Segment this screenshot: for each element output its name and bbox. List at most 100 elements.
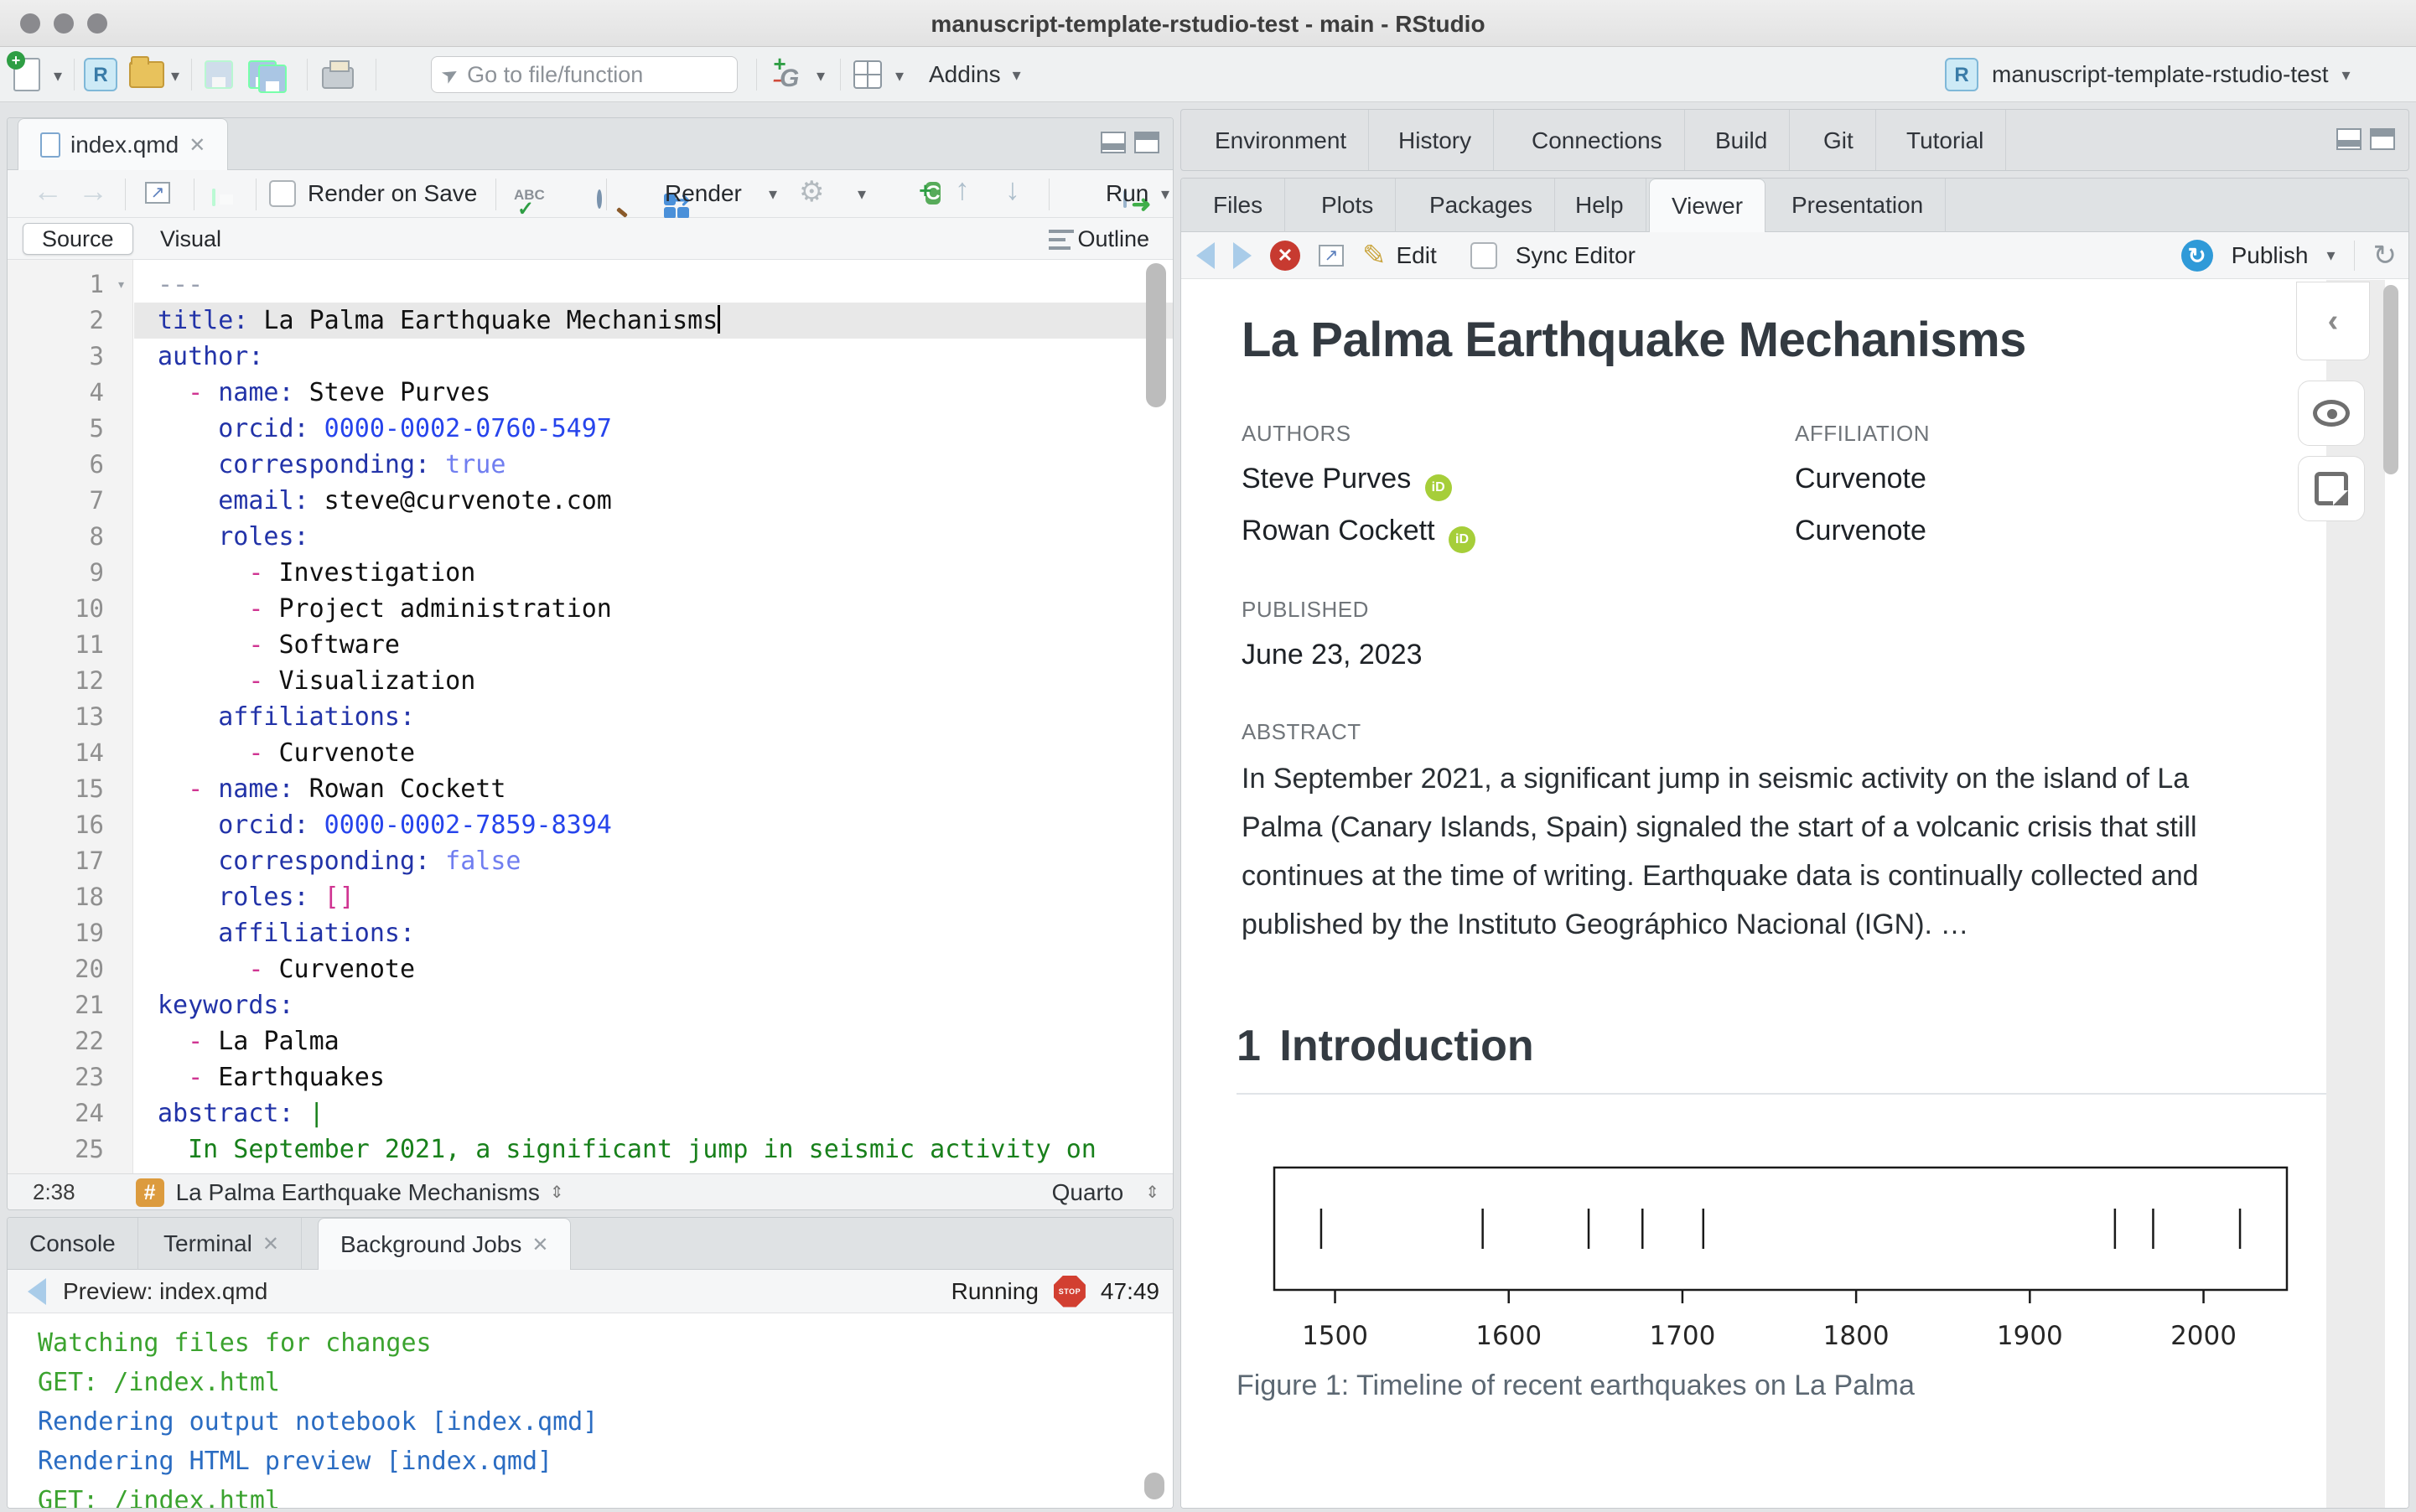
- stop-job-icon[interactable]: [1054, 1276, 1086, 1307]
- tab-console[interactable]: Console: [8, 1218, 138, 1270]
- clear-viewer-icon[interactable]: [1270, 241, 1300, 271]
- new-project-button[interactable]: [84, 47, 117, 102]
- save-button[interactable]: [205, 47, 233, 102]
- publish-caret-icon[interactable]: [2326, 245, 2335, 266]
- git-caret-icon[interactable]: [817, 65, 825, 86]
- new-file-caret-icon[interactable]: [54, 65, 62, 86]
- tab-environment[interactable]: Environment: [1193, 110, 1369, 171]
- console-output-line: Watching files for changes: [38, 1323, 1173, 1363]
- sync-editor-checkbox[interactable]: [1470, 242, 1497, 269]
- close-tab-icon[interactable]: [531, 1233, 548, 1257]
- viewer-pane: Files PlotsPackagesHelpViewerPresentation…: [1180, 178, 2409, 1509]
- console-scrollbar[interactable]: [1144, 1473, 1164, 1499]
- toc-visibility-button[interactable]: [2298, 381, 2365, 446]
- project-caret-icon: [2341, 65, 2350, 85]
- outline-button[interactable]: Outline: [1059, 223, 1168, 255]
- minimize-pane-icon[interactable]: [1101, 132, 1126, 153]
- tab-viewer[interactable]: Viewer: [1649, 179, 1765, 232]
- render-caret-icon[interactable]: [769, 184, 777, 205]
- code-editor[interactable]: 1234567891011121314151617181920212223242…: [8, 260, 1173, 1173]
- viewer-back-icon[interactable]: [1196, 242, 1215, 269]
- tab-background-jobs[interactable]: Background Jobs: [318, 1218, 571, 1271]
- new-file-button[interactable]: [13, 47, 40, 102]
- open-recent-caret-icon[interactable]: [171, 65, 179, 86]
- orcid-icon[interactable]: [1449, 526, 1475, 553]
- viewer-forward-icon[interactable]: [1233, 242, 1252, 269]
- job-output[interactable]: Watching files for changesGET: /index.ht…: [8, 1313, 1173, 1508]
- workspace-panes-button[interactable]: [853, 47, 882, 102]
- panes-caret-icon[interactable]: [895, 65, 904, 86]
- render-on-save-checkbox[interactable]: [269, 180, 296, 207]
- go-next-section-icon[interactable]: ↓: [1005, 172, 1020, 207]
- tab-files[interactable]: Files: [1191, 179, 1285, 232]
- refresh-icon[interactable]: [2373, 239, 2398, 272]
- tab-packages[interactable]: Packages: [1408, 179, 1555, 232]
- search-icon[interactable]: [597, 189, 602, 209]
- project-icon: [1945, 58, 1978, 91]
- forward-icon[interactable]: →: [78, 173, 108, 209]
- viewer-scrollbar[interactable]: [2383, 285, 2398, 474]
- tab-plots[interactable]: Plots: [1299, 179, 1396, 232]
- editor-scrollbar[interactable]: [1146, 263, 1166, 407]
- close-tab-icon[interactable]: [262, 1232, 279, 1256]
- print-button[interactable]: [322, 47, 354, 102]
- source-editor-pane: index.qmd ← → Render on Save ABC Render …: [7, 117, 1174, 1210]
- tab-label: Background Jobs: [340, 1231, 521, 1258]
- addins-menu[interactable]: Addins: [929, 47, 1021, 102]
- gear-caret-icon[interactable]: [858, 184, 866, 205]
- edit-icon[interactable]: [1362, 239, 1387, 272]
- abstract-text: In September 2021, a significant jump in…: [1242, 754, 2239, 949]
- line-number: 16: [8, 807, 132, 843]
- viewer-popout-icon[interactable]: [1319, 245, 1344, 267]
- run-caret-icon[interactable]: [1161, 184, 1169, 205]
- spellcheck-icon[interactable]: ABC: [514, 187, 545, 203]
- project-menu[interactable]: manuscript-template-rstudio-test: [1945, 47, 2351, 102]
- tab-help[interactable]: Help: [1553, 179, 1646, 232]
- publish-button[interactable]: Publish: [2232, 242, 2309, 269]
- open-file-button[interactable]: [129, 47, 164, 102]
- tab-index-qmd[interactable]: index.qmd: [18, 118, 228, 171]
- annotation-button[interactable]: [2298, 456, 2365, 521]
- source-mode-button[interactable]: Source: [23, 223, 133, 255]
- tab-presentation[interactable]: Presentation: [1770, 179, 1946, 232]
- tab-terminal[interactable]: Terminal: [142, 1218, 302, 1270]
- insert-chunk-icon[interactable]: [925, 182, 940, 205]
- render-button[interactable]: Render: [665, 180, 742, 207]
- publish-icon[interactable]: [2181, 240, 2213, 272]
- section-heading: 1 Introduction: [1237, 1021, 2326, 1095]
- svg-text:1900: 1900: [1997, 1321, 2063, 1351]
- maximize-pane-icon[interactable]: [2370, 128, 2395, 150]
- tab-history[interactable]: History: [1376, 110, 1494, 171]
- git-button[interactable]: [771, 47, 800, 102]
- section-updown-icon: [550, 1182, 564, 1203]
- line-number: 1: [8, 267, 132, 303]
- popout-icon[interactable]: [145, 182, 170, 204]
- visual-mode-button[interactable]: Visual: [142, 223, 240, 255]
- svg-text:1800: 1800: [1823, 1321, 1890, 1351]
- tab-tutorial[interactable]: Tutorial: [1885, 110, 2006, 171]
- go-previous-section-icon[interactable]: ↑: [955, 172, 970, 207]
- tab-git[interactable]: Git: [1802, 110, 1876, 171]
- fold-caret-icon[interactable]: [117, 267, 126, 303]
- save-all-button[interactable]: [248, 47, 287, 102]
- back-icon[interactable]: ←: [33, 173, 63, 209]
- save-file-icon[interactable]: [212, 189, 215, 206]
- code-line: the island of La Palma (Canary Islands, …: [134, 1168, 1173, 1173]
- orcid-icon[interactable]: [1425, 474, 1452, 501]
- maximize-pane-icon[interactable]: [1134, 132, 1159, 153]
- render-on-save-label: Render on Save: [308, 180, 477, 207]
- addins-caret-icon: [1013, 65, 1021, 85]
- mode-selector[interactable]: Quarto: [1052, 1179, 1124, 1206]
- tab-build[interactable]: Build: [1693, 110, 1790, 171]
- figure-caption: Figure 1: Timeline of recent earthquakes…: [1237, 1370, 1915, 1402]
- edit-button[interactable]: Edit: [1397, 242, 1437, 269]
- run-button[interactable]: Run: [1106, 180, 1148, 207]
- close-tab-icon[interactable]: [189, 133, 205, 158]
- minimize-pane-icon[interactable]: [2336, 128, 2362, 150]
- goto-file-function-input[interactable]: Go to file/function: [431, 56, 738, 93]
- section-selector[interactable]: La Palma Earthquake Mechanisms: [176, 1179, 540, 1206]
- tab-connections[interactable]: Connections: [1510, 110, 1685, 171]
- gear-icon[interactable]: [799, 175, 824, 209]
- line-number: 7: [8, 483, 132, 519]
- job-back-icon[interactable]: [28, 1278, 46, 1305]
